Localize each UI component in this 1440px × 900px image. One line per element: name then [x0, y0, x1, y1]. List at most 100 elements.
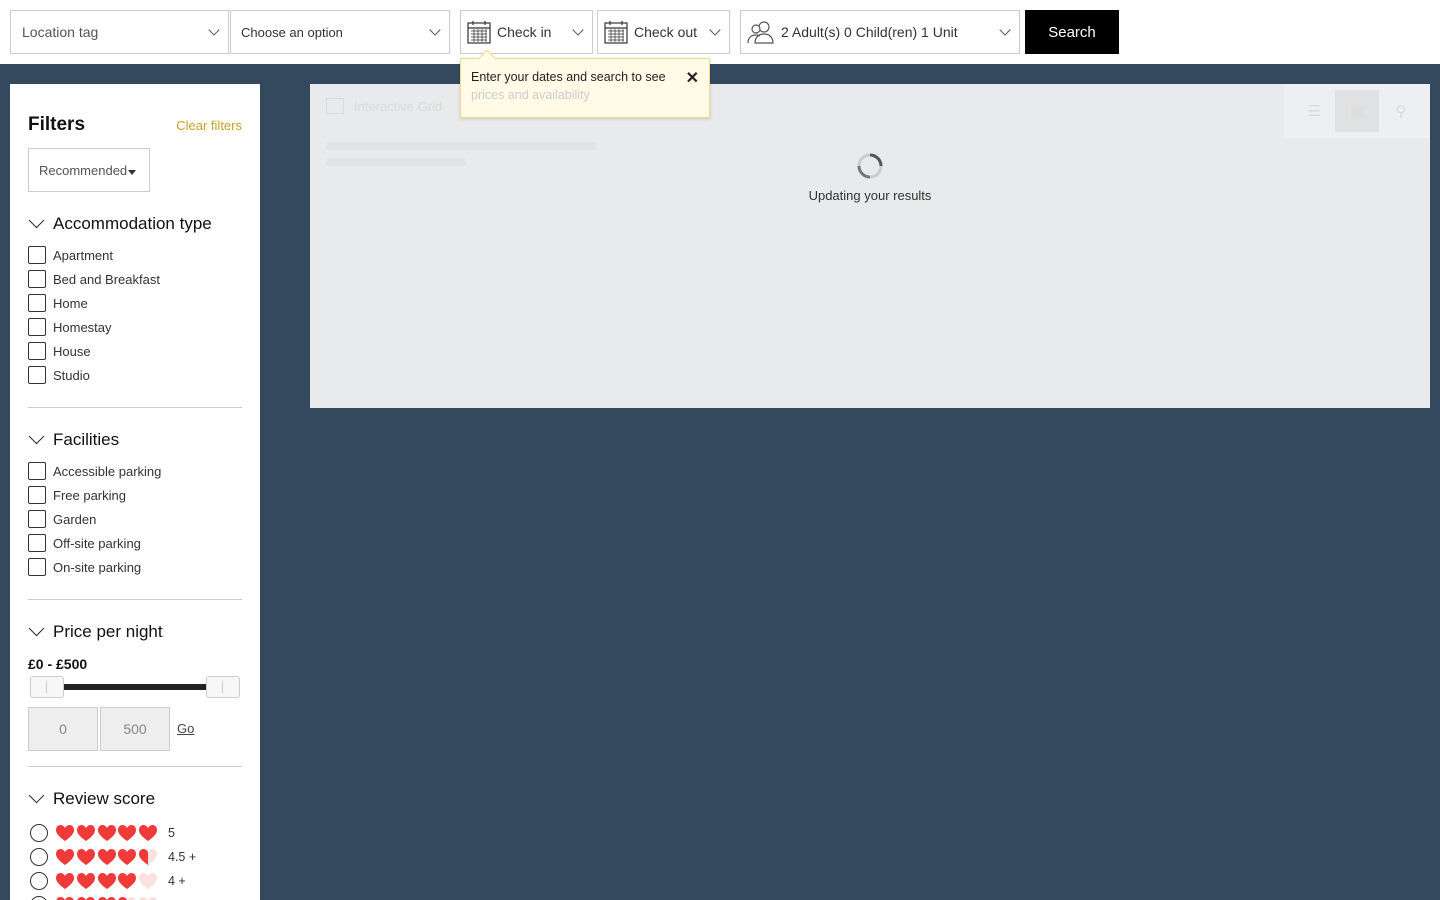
filters-title: Filters	[28, 114, 86, 135]
accommodation-type-item[interactable]: Home	[28, 291, 160, 315]
price-max-input[interactable]	[100, 707, 170, 751]
hearts-rating	[56, 824, 160, 842]
facility-label: Accessible parking	[53, 463, 162, 479]
heart-icon	[139, 848, 158, 865]
review-score-option[interactable]: 4 +	[30, 869, 196, 893]
grid-icon	[326, 98, 344, 114]
facility-item[interactable]: Off-site parking	[28, 531, 161, 555]
heart-icon	[118, 848, 137, 865]
accommodation-type-list: Apartment Bed and Breakfast Home Homestay Ho…	[28, 243, 160, 387]
accommodation-type-item[interactable]: House	[28, 339, 160, 363]
facility-item[interactable]: On-site parking	[28, 555, 161, 579]
chevron-down-icon	[28, 212, 45, 229]
divider	[28, 766, 242, 767]
hearts-rating	[56, 896, 160, 900]
sort-value: Recommended	[39, 163, 128, 178]
heart-icon	[97, 848, 116, 865]
radio-button[interactable]	[30, 848, 48, 866]
facility-label: Off-site parking	[53, 535, 141, 551]
checkbox[interactable]	[28, 558, 46, 576]
checkbox[interactable]	[28, 318, 46, 336]
list-view-icon[interactable]: ☰	[1292, 90, 1336, 132]
price-go-link[interactable]: Go	[177, 721, 194, 736]
accommodation-type-label: House	[53, 343, 91, 359]
price-range-text: £0 - £500	[28, 656, 88, 672]
review-score-toggle[interactable]: Review score	[28, 787, 155, 809]
facility-item[interactable]: Garden	[28, 507, 161, 531]
divider	[28, 407, 242, 408]
option-select[interactable]: Choose an option	[230, 10, 450, 54]
review-score-option[interactable]: 5	[30, 821, 196, 845]
close-icon[interactable]: ✕	[686, 71, 699, 87]
people-icon	[747, 21, 774, 44]
checkbox[interactable]	[28, 366, 46, 384]
price-min-input[interactable]	[28, 707, 98, 751]
radio-button[interactable]	[30, 896, 48, 900]
clear-filters-link[interactable]: Clear filters	[176, 118, 242, 133]
check-in-picker[interactable]: Check in	[460, 10, 593, 54]
heart-icon	[56, 824, 74, 841]
heart-icon	[56, 896, 74, 900]
price-per-night-title: Price per night	[53, 622, 163, 641]
check-out-picker[interactable]: Check out	[597, 10, 730, 54]
accommodation-type-item[interactable]: Studio	[28, 363, 160, 387]
checkbox[interactable]	[28, 270, 46, 288]
facility-item[interactable]: Accessible parking	[28, 459, 161, 483]
accommodation-type-label: Studio	[53, 367, 90, 383]
checkbox[interactable]	[28, 534, 46, 552]
radio-button[interactable]	[30, 824, 48, 842]
review-score-option[interactable]: 4.5 +	[30, 845, 196, 869]
price-slider-min-handle[interactable]	[30, 676, 64, 698]
results-panel: Interactive Grid ☰ ▦ ⚲ Updating your res…	[310, 84, 1430, 408]
sort-dropdown[interactable]: Recommended	[28, 148, 150, 192]
review-score-label: 4 +	[167, 874, 186, 888]
radio-button[interactable]	[30, 872, 48, 890]
accommodation-type-item[interactable]: Apartment	[28, 243, 160, 267]
accommodation-type-label: Homestay	[53, 319, 112, 335]
chevron-down-icon	[28, 620, 45, 637]
heart-icon	[76, 824, 95, 841]
heart-icon	[76, 872, 95, 889]
facility-label: Garden	[53, 511, 97, 527]
guests-select[interactable]: 2 Adult(s) 0 Child(ren) 1 Unit	[740, 10, 1020, 54]
accommodation-type-label: Bed and Breakfast	[53, 271, 160, 287]
accommodation-type-item[interactable]: Bed and Breakfast	[28, 267, 160, 291]
placeholder-line	[326, 142, 596, 150]
price-slider-track[interactable]	[38, 684, 222, 690]
caret-down-icon	[128, 170, 136, 175]
facilities-toggle[interactable]: Facilities	[28, 428, 119, 450]
heart-icon	[139, 872, 158, 889]
grid-view-icon[interactable]: ▦	[1335, 90, 1379, 132]
checkbox[interactable]	[28, 246, 46, 264]
location-tag-select[interactable]: Location tag	[10, 10, 229, 54]
facility-item[interactable]: Free parking	[28, 483, 161, 507]
checkbox[interactable]	[28, 486, 46, 504]
calendar-icon	[604, 21, 628, 44]
search-button[interactable]: Search	[1025, 10, 1119, 54]
accommodation-type-toggle[interactable]: Accommodation type	[28, 212, 212, 234]
tooltip-text-line1: Enter your dates and search to see	[471, 70, 666, 84]
filters-sidebar: Filters Clear filters Recommended Accomm…	[10, 84, 260, 900]
heart-icon	[118, 824, 137, 841]
hearts-rating	[56, 848, 160, 866]
results-ghost-text: Interactive Grid	[354, 98, 443, 114]
chevron-down-icon	[429, 24, 441, 36]
checkbox[interactable]	[28, 462, 46, 480]
heart-icon	[77, 896, 95, 900]
accommodation-type-item[interactable]: Homestay	[28, 315, 160, 339]
updating-results-text: Updating your results	[808, 188, 932, 203]
calendar-icon	[467, 21, 491, 44]
chevron-down-icon	[999, 24, 1011, 36]
checkbox[interactable]	[28, 510, 46, 528]
heart-icon	[56, 872, 74, 889]
price-per-night-toggle[interactable]: Price per night	[28, 620, 163, 642]
review-score-list: 5 4.5 + 4 + 3.5 +	[30, 821, 196, 900]
facilities-list: Accessible parking Free parking Garden Off-…	[28, 459, 161, 579]
checkbox[interactable]	[28, 342, 46, 360]
price-slider-max-handle[interactable]	[206, 676, 240, 698]
review-score-label: 5	[167, 826, 175, 840]
review-score-option[interactable]: 3.5 +	[30, 893, 196, 900]
checkbox[interactable]	[28, 294, 46, 312]
heart-icon	[139, 824, 158, 841]
map-pin-icon[interactable]: ⚲	[1379, 90, 1423, 132]
